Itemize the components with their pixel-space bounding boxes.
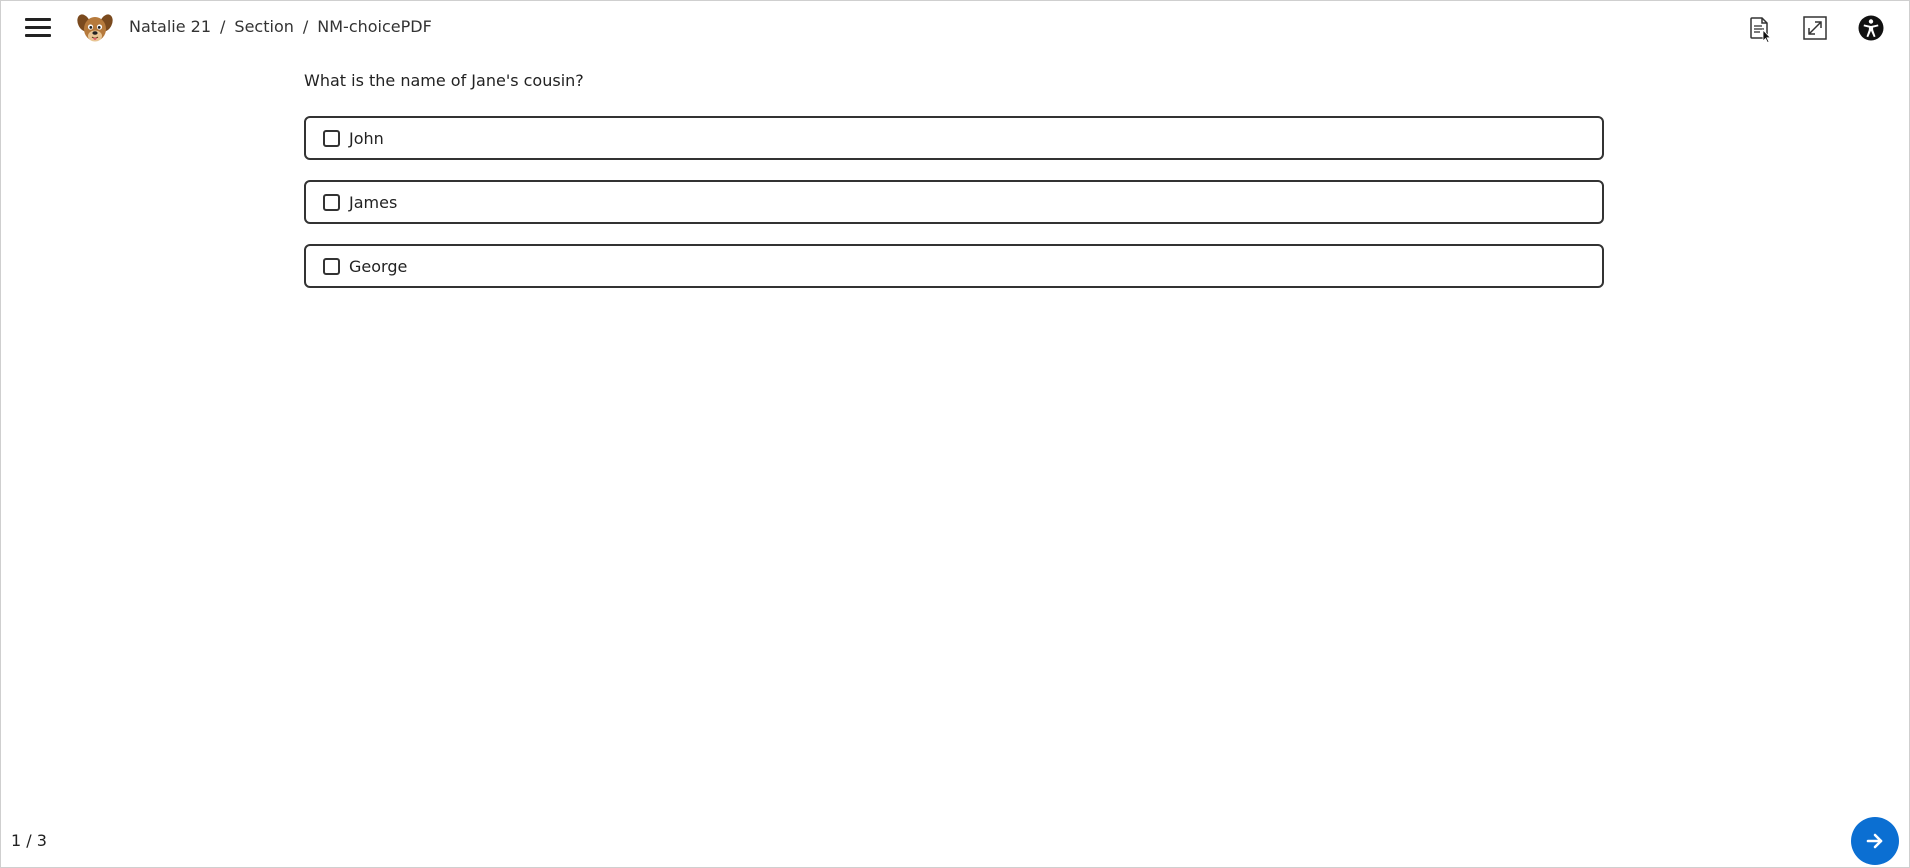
answer-option-john[interactable]: John [304, 116, 1604, 160]
checkbox[interactable] [323, 257, 340, 275]
breadcrumb-item-section[interactable]: Section [234, 17, 293, 36]
option-label: George [349, 256, 408, 276]
top-bar: Natalie 21 / Section / NM-choicePDF [1, 1, 1910, 53]
breadcrumb-item-course[interactable]: Natalie 21 [129, 17, 211, 36]
breadcrumb-separator: / [220, 17, 226, 36]
answer-option-george[interactable]: George [304, 244, 1604, 288]
document-icon[interactable] [1745, 14, 1773, 42]
option-label: John [349, 128, 384, 148]
app-frame: Natalie 21 / Section / NM-choicePDF What is … [0, 0, 1910, 868]
breadcrumb: Natalie 21 / Section / NM-choicePDF [129, 17, 432, 36]
page-counter: 1 / 3 [11, 831, 47, 850]
accessibility-icon[interactable] [1857, 14, 1885, 42]
next-button[interactable] [1851, 817, 1899, 865]
checkbox[interactable] [323, 129, 340, 147]
expand-icon[interactable] [1801, 14, 1829, 42]
option-label: James [349, 192, 398, 212]
breadcrumb-separator: / [302, 17, 309, 36]
answer-option-james[interactable]: James [304, 180, 1604, 224]
question-text: What is the name of Jane's cousin? [304, 71, 584, 90]
breadcrumb-current-page: NM-choicePDF [317, 17, 432, 36]
dog-avatar [77, 14, 113, 42]
hamburger-menu-icon[interactable] [25, 16, 53, 40]
arrow-right-icon [1866, 833, 1883, 849]
checkbox[interactable] [323, 193, 340, 211]
